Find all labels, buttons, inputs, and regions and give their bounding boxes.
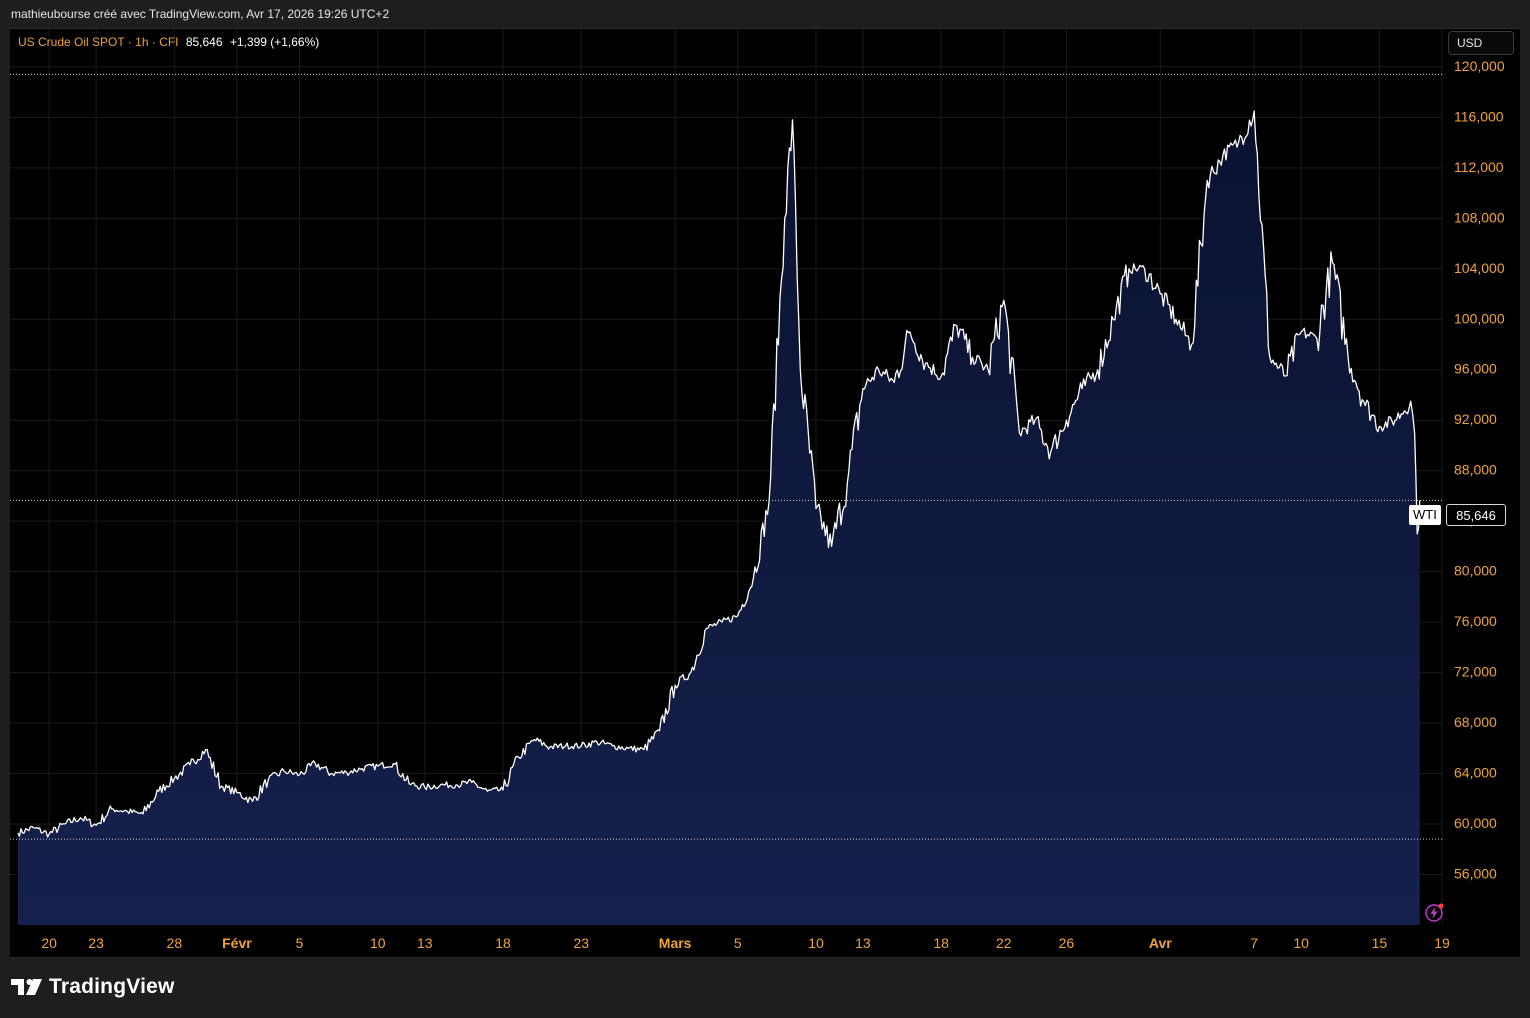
x-tick-label: 23 xyxy=(573,935,589,951)
y-tick-label: 112,000 xyxy=(1454,159,1504,175)
x-tick-label: 19 xyxy=(1434,935,1450,951)
legend-last-price: 85,646 xyxy=(185,35,223,49)
x-tick-label: 20 xyxy=(41,935,57,951)
chart-legend: US Crude Oil SPOT · 1h · CFI 85,646 +1,3… xyxy=(18,35,319,49)
app-frame: mathieubourse créé avec TradingView.com,… xyxy=(0,0,1530,1018)
price-chart[interactable]: 56,000 60,000 64,000 68,000 72,000 76,000 80,0… xyxy=(10,29,1520,957)
x-tick-label: 18 xyxy=(933,935,949,951)
x-tick-label: 10 xyxy=(1293,935,1309,951)
tradingview-logo[interactable]: TradingView xyxy=(11,975,175,999)
x-tick-label: 10 xyxy=(808,935,824,951)
y-tick-label: 100,000 xyxy=(1454,310,1505,326)
y-tick-label: 68,000 xyxy=(1454,714,1497,730)
y-tick-label: 92,000 xyxy=(1454,411,1497,427)
series-area xyxy=(17,110,1421,925)
x-tick-label: Mars xyxy=(659,935,692,951)
y-tick-label: 96,000 xyxy=(1454,361,1497,377)
y-tick-label: 104,000 xyxy=(1454,260,1505,276)
chart-panel[interactable]: 56,000 60,000 64,000 68,000 72,000 76,000 80,0… xyxy=(10,28,1520,958)
x-tick-label: 18 xyxy=(495,935,511,951)
last-price-tag: 85,646 xyxy=(1446,504,1506,526)
x-tick-label: 15 xyxy=(1372,935,1388,951)
x-tick-label: 13 xyxy=(855,935,871,951)
x-tick-label: 22 xyxy=(996,935,1012,951)
x-tick-label: Avr xyxy=(1149,935,1172,951)
x-tick-label: 13 xyxy=(417,935,433,951)
series-label-tag: WTI xyxy=(1409,505,1441,525)
x-tick-label: 5 xyxy=(296,935,304,951)
legend-change: +1,399 (+1,66%) xyxy=(229,35,320,49)
y-tick-label: 64,000 xyxy=(1454,765,1497,781)
y-tick-label: 108,000 xyxy=(1454,209,1505,225)
x-tick-label: 26 xyxy=(1059,935,1075,951)
x-tick-label: 7 xyxy=(1250,935,1258,951)
y-axis[interactable]: 56,000 60,000 64,000 68,000 72,000 76,000 80,0… xyxy=(1454,58,1505,882)
y-tick-label: 80,000 xyxy=(1454,563,1497,579)
x-axis[interactable]: 20 23 28 Févr 5 10 13 18 23 Mars 5 10 13 18 22 26 Avr 7 10… xyxy=(41,935,1450,951)
currency-selector[interactable]: USD xyxy=(1448,31,1514,55)
y-tick-label: 72,000 xyxy=(1454,664,1497,680)
series-area-fill xyxy=(17,111,1420,925)
y-tick-label: 76,000 xyxy=(1454,613,1497,629)
y-tick-label: 88,000 xyxy=(1454,462,1497,478)
y-tick-label: 120,000 xyxy=(1454,58,1505,74)
x-tick-label: 5 xyxy=(734,935,742,951)
y-tick-label: 116,000 xyxy=(1454,108,1504,124)
author-credit: mathieubourse créé avec TradingView.com,… xyxy=(11,7,390,21)
y-tick-label: 56,000 xyxy=(1454,866,1497,882)
x-tick-label: Févr xyxy=(222,935,252,951)
bolt-icon[interactable] xyxy=(1424,903,1444,923)
brand-name: TradingView xyxy=(49,975,175,998)
x-tick-label: 10 xyxy=(370,935,386,951)
x-tick-label: 23 xyxy=(88,935,104,951)
legend-symbol: US Crude Oil SPOT · 1h · CFI xyxy=(18,35,179,49)
y-tick-label: 60,000 xyxy=(1454,815,1497,831)
x-tick-label: 28 xyxy=(167,935,183,951)
tradingview-logo-icon xyxy=(11,979,42,995)
